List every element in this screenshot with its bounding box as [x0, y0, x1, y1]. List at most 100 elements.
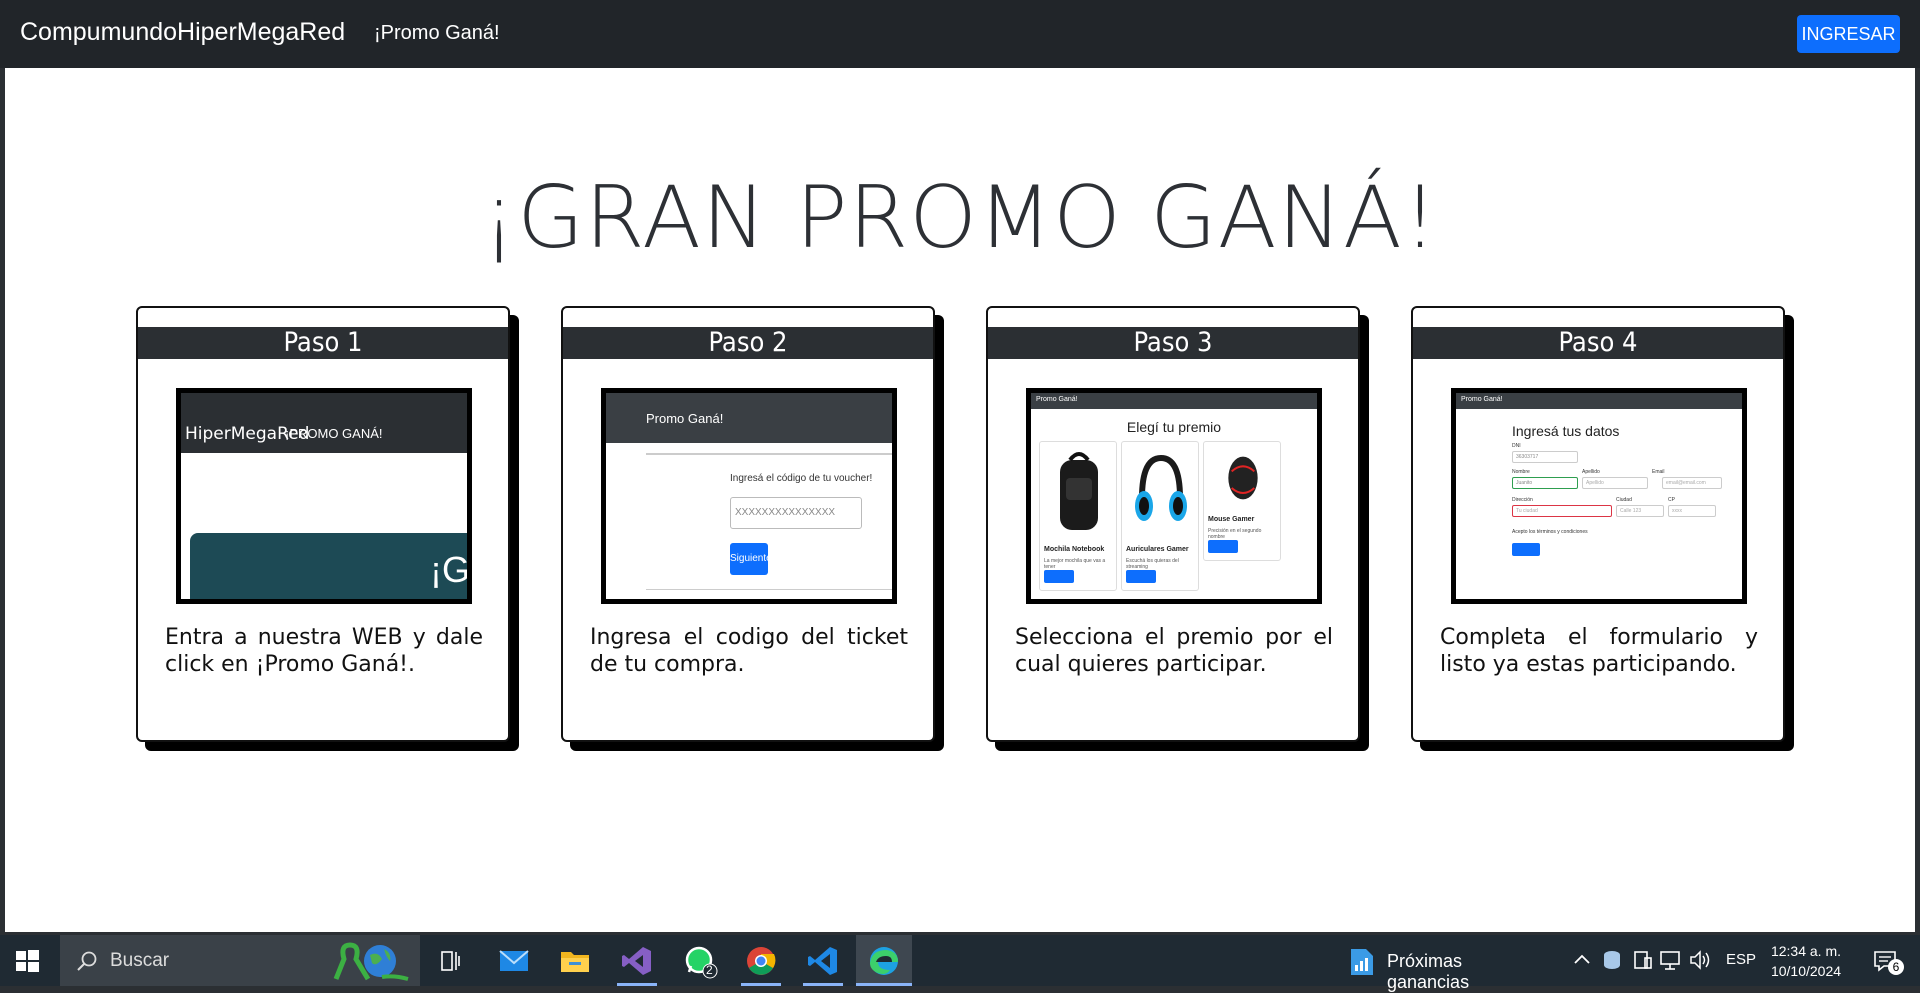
thumb-label: Nombre — [1512, 469, 1530, 475]
edge-icon — [870, 947, 898, 975]
navbar: CompumundoHiperMegaRed ¡Promo Ganá! INGR… — [0, 0, 1920, 68]
thumb-field: Juanito — [1512, 477, 1578, 489]
search-placeholder: Buscar — [110, 950, 170, 971]
step-text: Completa el formulario y listo ya estas … — [1440, 625, 1758, 677]
volume-icon[interactable] — [1688, 948, 1712, 972]
thumb-field: xxxx — [1668, 505, 1716, 517]
windows-start-icon[interactable] — [12, 946, 42, 976]
thumb-field: Calle 123 — [1616, 505, 1664, 517]
thumb-navbar: Promo Ganá! — [606, 393, 892, 443]
step-image: HiperMegaRed ¡PROMO GANÁ! ¡G — [176, 388, 472, 604]
thumb-title: Ingresá tus datos — [1512, 423, 1620, 439]
step-header: Paso 1 — [138, 327, 508, 359]
page-title: ¡GRAN PROMO GANÁ! — [481, 168, 1439, 268]
nav-promo-link[interactable]: ¡Promo Ganá! — [374, 22, 500, 45]
thumb-label: Apellido — [1582, 469, 1600, 475]
taskbar-search[interactable]: Buscar — [60, 935, 420, 986]
thumb-divider — [646, 589, 892, 590]
thumb-label: DNI — [1512, 443, 1521, 449]
news-stock-icon — [1351, 949, 1373, 975]
clock[interactable]: 12:34 a. m. 10/10/2024 — [1764, 941, 1848, 981]
visual-studio-icon — [622, 947, 651, 975]
browser-window: CompumundoHiperMegaRed ¡Promo Ganá! INGR… — [0, 0, 1920, 935]
thumb-brand: Promo Ganá! — [1461, 396, 1503, 403]
thumb-voucher-input: XXXXXXXXXXXXXXX — [730, 497, 862, 529]
network-icon[interactable] — [1658, 948, 1682, 972]
thumb-divider — [646, 453, 892, 455]
language-indicator[interactable]: ESP — [1726, 951, 1756, 968]
news-widget[interactable]: Próximas ganancias — [1345, 942, 1545, 992]
backpack-icon — [1060, 452, 1098, 530]
thumb-product: Auriculares Gamer Escuchá los quieras de… — [1121, 441, 1199, 591]
device-icon[interactable] — [1631, 948, 1653, 972]
thumb-label: Dirección — [1512, 497, 1533, 503]
thumb-product-name: Auriculares Gamer — [1126, 546, 1189, 553]
mouse-icon — [1228, 456, 1258, 500]
whatsapp-icon — [685, 946, 718, 979]
thumb-hero-text: ¡G — [430, 549, 467, 590]
onedrive-cloud-icon[interactable] — [1601, 948, 1623, 972]
edge-app[interactable] — [856, 935, 912, 986]
whatsapp-app[interactable]: 2 — [679, 942, 719, 980]
notification-badge: 2 — [706, 963, 713, 977]
taskbar: Buscar 2 Próximas ganancias ESP 12:34 a.… — [0, 935, 1920, 992]
vscode-app[interactable] — [803, 942, 843, 986]
search-icon — [77, 951, 97, 971]
headset-icon — [1135, 454, 1187, 521]
thumb-submit-button — [1512, 543, 1540, 556]
step-card-2: Paso 2 Promo Ganá! Ingresá el código de … — [561, 306, 935, 742]
thumb-label: Ciudad — [1616, 497, 1632, 503]
step-card-4: Paso 4 Promo Ganá! Ingresá tus datos DNI… — [1411, 306, 1785, 742]
login-button[interactable]: INGRESAR — [1797, 15, 1900, 53]
thumb-label: Ingresá el código de tu voucher! — [730, 473, 873, 484]
notification-count: 6 — [1888, 959, 1904, 975]
thumb-brand: Promo Ganá! — [646, 411, 724, 426]
thumb-product-name: Mochila Notebook — [1044, 546, 1105, 553]
thumb-link: ¡PROMO GANÁ! — [285, 426, 383, 441]
thumb-field: Tu ciudad — [1512, 505, 1612, 517]
thumb-product-button — [1208, 540, 1238, 553]
thumb-product: Mouse Gamer Precisión en el segundo nomb… — [1203, 441, 1281, 561]
awareness-ribbon-globe-icon — [333, 942, 409, 981]
step-header: Paso 4 — [1413, 327, 1783, 359]
step-image: Promo Ganá! Ingresá el código de tu vouc… — [601, 388, 897, 604]
thumb-product: Mochila Notebook La mejor mochila que va… — [1039, 441, 1117, 591]
clock-time: 12:34 a. m. — [1770, 943, 1842, 959]
thumb-navbar: Promo Ganá! — [1456, 393, 1742, 409]
vscode-icon — [808, 947, 837, 975]
notification-center[interactable]: 6 — [1866, 944, 1906, 978]
step-text: Entra a nuestra WEB y dale click en ¡Pro… — [165, 625, 483, 677]
mail-icon[interactable] — [494, 942, 534, 980]
step-header: Paso 3 — [988, 327, 1358, 359]
step-text: Ingresa el codigo del ticket de tu compr… — [590, 625, 908, 677]
step-image: Promo Ganá! Elegí tu premio Mochila Note… — [1026, 388, 1322, 604]
thumb-checkbox-label: Acepto los términos y condiciones — [1512, 529, 1588, 535]
thumb-navbar: Promo Ganá! — [1031, 393, 1317, 409]
thumb-title: Elegí tu premio — [1126, 419, 1222, 435]
file-explorer-icon[interactable] — [555, 942, 595, 980]
news-text: Próximas ganancias — [1387, 951, 1470, 992]
task-view-icon[interactable] — [430, 942, 470, 980]
thumb-product-button — [1126, 570, 1156, 583]
thumb-product-desc: Escuchá los quieras del streaming — [1126, 558, 1179, 570]
thumb-product-button — [1044, 570, 1074, 583]
brand-link[interactable]: CompumundoHiperMegaRed — [20, 18, 345, 47]
step-header: Paso 2 — [563, 327, 933, 359]
thumb-next-button: Siguiente — [730, 543, 772, 575]
chrome-app[interactable] — [741, 942, 781, 986]
thumb-hero: ¡G — [190, 533, 467, 599]
thumb-product-desc: La mejor mochila que vas a tener — [1044, 558, 1106, 570]
step-card-1: Paso 1 HiperMegaRed ¡PROMO GANÁ! ¡G Entr… — [136, 306, 510, 742]
thumb-navbar: HiperMegaRed ¡PROMO GANÁ! — [181, 393, 467, 453]
visual-studio-app[interactable] — [617, 942, 657, 986]
step-text: Selecciona el premio por el cual quieres… — [1015, 625, 1333, 677]
thumb-field: Apellido — [1582, 477, 1648, 489]
chrome-icon — [747, 947, 776, 975]
chevron-up-icon[interactable] — [1572, 950, 1592, 970]
thumb-brand: Promo Ganá! — [1036, 396, 1078, 403]
thumb-product-name: Mouse Gamer — [1208, 516, 1255, 523]
step-card-3: Paso 3 Promo Ganá! Elegí tu premio Mochi… — [986, 306, 1360, 742]
clock-date: 10/10/2024 — [1770, 963, 1842, 979]
step-image: Promo Ganá! Ingresá tus datos DNI 363037… — [1451, 388, 1747, 604]
thumb-field: 36303717 — [1512, 451, 1578, 463]
